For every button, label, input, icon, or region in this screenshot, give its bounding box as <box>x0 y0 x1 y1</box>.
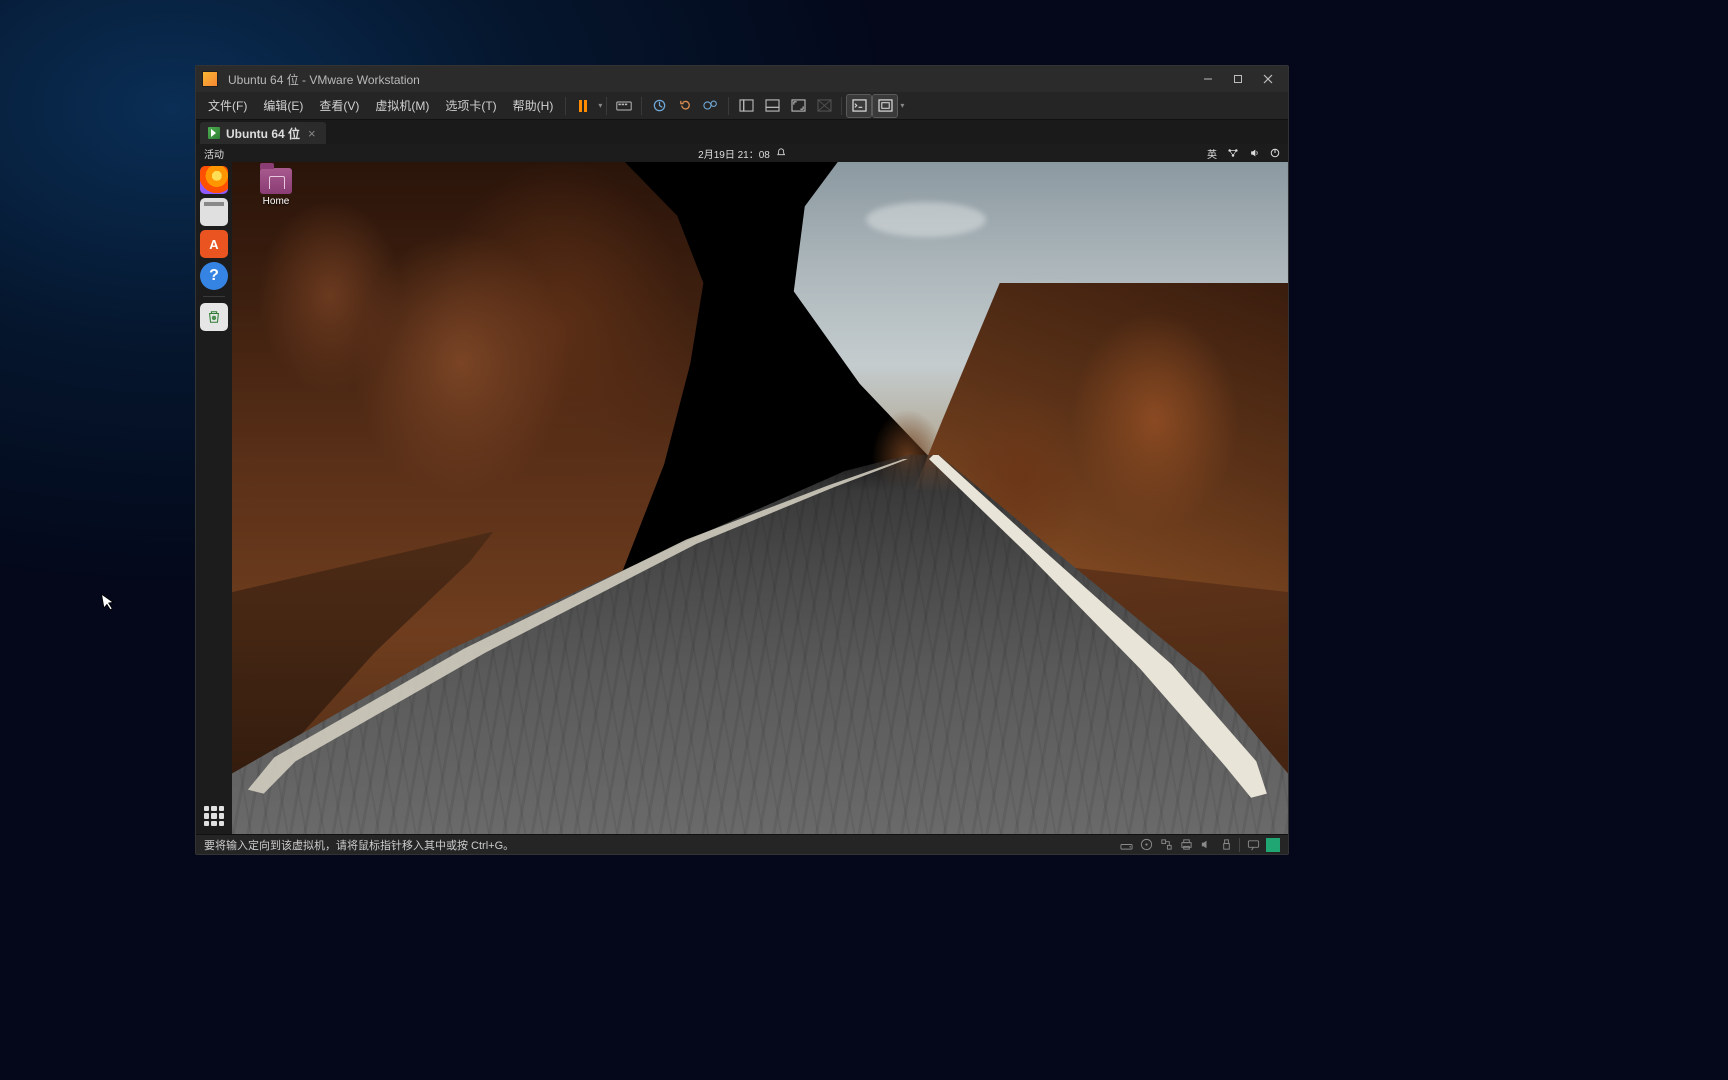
network-icon[interactable] <box>1227 148 1239 158</box>
ubuntu-body: ? <box>196 162 1288 834</box>
menu-view[interactable]: 查看(V) <box>311 93 367 118</box>
ubuntu-dock: ? <box>196 162 232 834</box>
dock-trash[interactable] <box>200 303 228 331</box>
status-message: 要将输入定向到该虚拟机，请将鼠标指针移入其中或按 Ctrl+G。 <box>204 837 1119 853</box>
toolbar-separator <box>728 97 729 115</box>
activities-button[interactable]: 活动 <box>204 146 224 161</box>
show-thumbnail-bar-button[interactable] <box>760 95 784 117</box>
device-tray <box>1119 838 1280 852</box>
power-dropdown-caret[interactable]: ▾ <box>598 101 602 110</box>
desktop-home-label: Home <box>252 196 300 207</box>
menubar: 文件(F) 编辑(E) 查看(V) 虚拟机(M) 选项卡(T) 帮助(H) ▾ <box>196 92 1288 120</box>
tray-usb-icon[interactable] <box>1219 838 1233 852</box>
show-library-button[interactable] <box>734 95 758 117</box>
vmware-window: Ubuntu 64 位 - VMware Workstation 文件(F) 编… <box>195 65 1289 855</box>
toolbar-separator <box>841 97 842 115</box>
dock-files[interactable] <box>200 198 228 226</box>
power-icon[interactable] <box>1270 148 1280 158</box>
manage-snapshots-button[interactable] <box>699 95 723 117</box>
unity-mode-button[interactable] <box>812 95 836 117</box>
dock-help[interactable]: ? <box>200 262 228 290</box>
vm-running-icon <box>208 127 220 139</box>
vm-tab-ubuntu[interactable]: Ubuntu 64 位 × <box>200 122 326 144</box>
tray-cd-icon[interactable] <box>1139 838 1153 852</box>
folder-icon <box>260 168 292 194</box>
send-ctrl-alt-del-button[interactable] <box>612 95 636 117</box>
toolbar-separator <box>565 97 566 115</box>
menu-vm[interactable]: 虚拟机(M) <box>367 93 437 118</box>
trash-icon <box>207 310 221 324</box>
input-method-indicator[interactable]: 英 <box>1207 146 1217 161</box>
fullscreen-button[interactable] <box>786 95 810 117</box>
toolbar-separator <box>641 97 642 115</box>
tray-printer-icon[interactable] <box>1179 838 1193 852</box>
toolbar-separator <box>606 97 607 115</box>
guest-display[interactable]: 活动 2月19日 21：08 英 ? <box>196 144 1288 834</box>
menu-help[interactable]: 帮助(H) <box>505 93 562 118</box>
dock-firefox[interactable] <box>200 166 228 194</box>
vmware-app-icon <box>202 71 218 87</box>
stretch-guest-button[interactable] <box>873 95 897 117</box>
wallpaper-autumn-road <box>232 162 1288 834</box>
menu-edit[interactable]: 编辑(E) <box>255 93 311 118</box>
desktop-home-folder[interactable]: Home <box>252 168 300 207</box>
vm-tabbar: Ubuntu 64 位 × <box>196 120 1288 144</box>
close-button[interactable] <box>1254 69 1282 89</box>
pause-icon <box>579 100 587 112</box>
dock-software[interactable] <box>200 230 228 258</box>
pause-vm-button[interactable] <box>571 95 595 117</box>
show-applications-button[interactable] <box>204 806 224 826</box>
take-snapshot-button[interactable] <box>647 95 671 117</box>
dock-separator <box>203 296 225 297</box>
tray-message-icon[interactable] <box>1246 838 1260 852</box>
titlebar[interactable]: Ubuntu 64 位 - VMware Workstation <box>196 66 1288 92</box>
tray-network-icon[interactable] <box>1159 838 1173 852</box>
vm-tab-close-button[interactable]: × <box>306 126 318 141</box>
tray-sound-icon[interactable] <box>1199 838 1213 852</box>
tray-end-indicator[interactable] <box>1266 838 1280 852</box>
tray-harddisk-icon[interactable] <box>1119 838 1133 852</box>
menu-tabs[interactable]: 选项卡(T) <box>437 93 504 118</box>
ubuntu-desktop[interactable]: Home <box>232 162 1288 834</box>
tray-separator <box>1239 838 1240 852</box>
minimize-button[interactable] <box>1194 69 1222 89</box>
maximize-button[interactable] <box>1224 69 1252 89</box>
vm-tab-label: Ubuntu 64 位 <box>226 125 300 142</box>
revert-snapshot-button[interactable] <box>673 95 697 117</box>
host-cursor-icon <box>100 591 117 613</box>
volume-icon[interactable] <box>1249 148 1260 158</box>
notification-icon[interactable] <box>776 148 786 158</box>
window-title: Ubuntu 64 位 - VMware Workstation <box>228 71 1184 88</box>
menu-file[interactable]: 文件(F) <box>200 93 255 118</box>
view-dropdown-caret[interactable]: ▾ <box>900 101 904 110</box>
ubuntu-top-panel: 活动 2月19日 21：08 英 <box>196 144 1288 162</box>
console-view-button[interactable] <box>847 95 871 117</box>
ubuntu-datetime[interactable]: 2月19日 21：08 <box>698 146 770 161</box>
statusbar: 要将输入定向到该虚拟机，请将鼠标指针移入其中或按 Ctrl+G。 <box>196 834 1288 854</box>
